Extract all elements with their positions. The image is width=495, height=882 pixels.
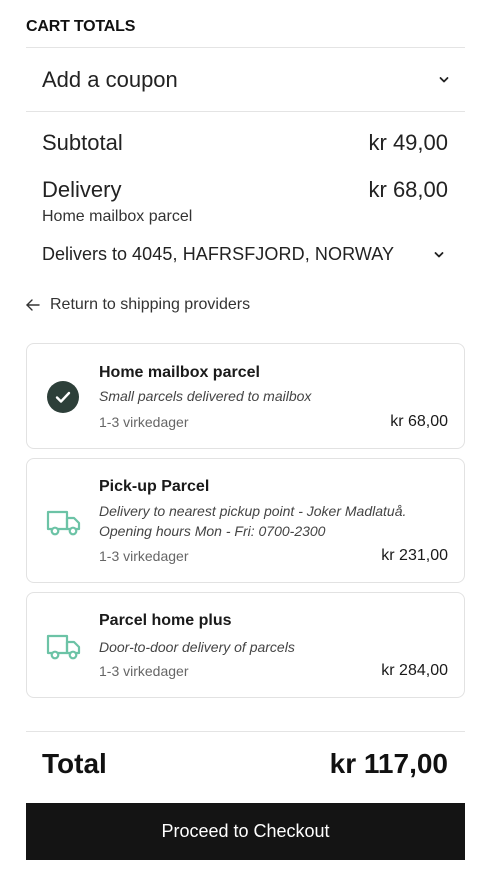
- divider: [26, 111, 465, 112]
- option-name: Pick-up Parcel: [99, 478, 210, 495]
- subtotal-value: kr 49,00: [368, 130, 449, 155]
- shipping-option-parcel-home-plus[interactable]: Parcel home plus Door-to-door delivery o…: [26, 592, 465, 698]
- subtotal-row: Subtotal kr 49,00: [42, 130, 448, 156]
- delivers-to-toggle[interactable]: Delivers to 4045, HAFRSFJORD, NORWAY: [42, 244, 448, 265]
- delivery-row: Delivery kr 68,00: [42, 177, 448, 203]
- truck-icon: [46, 634, 81, 660]
- coupon-toggle[interactable]: Add a coupon: [26, 48, 465, 111]
- option-name: Home mailbox parcel: [99, 364, 260, 381]
- delivers-to-prefix: Delivers to: [42, 244, 128, 264]
- divider: [26, 731, 465, 732]
- delivery-method: Home mailbox parcel: [42, 208, 193, 225]
- total-label: Total: [42, 748, 107, 779]
- option-delivery-time: 1-3 virkedager: [99, 663, 189, 679]
- total-value: kr 117,00: [329, 748, 448, 779]
- return-link-label: Return to shipping providers: [50, 296, 251, 313]
- option-price: kr 231,00: [381, 547, 448, 564]
- subtotal-label: Subtotal: [42, 130, 123, 155]
- option-delivery-time: 1-3 virkedager: [99, 548, 189, 564]
- return-to-shipping-providers-link[interactable]: Return to shipping providers: [26, 296, 250, 314]
- arrow-left-icon: [26, 299, 40, 311]
- shipping-option-home-mailbox[interactable]: Home mailbox parcel Small parcels delive…: [26, 343, 465, 449]
- option-price: kr 68,00: [390, 413, 448, 430]
- chevron-down-icon: [439, 76, 449, 82]
- chevron-down-icon: [434, 251, 444, 257]
- option-description: Small parcels delivered to mailbox: [99, 388, 312, 404]
- option-description: Delivery to nearest pickup point - Joker…: [99, 503, 407, 539]
- delivery-label: Delivery: [42, 177, 122, 202]
- option-name: Parcel home plus: [99, 612, 232, 629]
- delivers-to-address: 4045, HAFRSFJORD, NORWAY: [132, 244, 395, 264]
- check-circle-icon: [47, 381, 79, 413]
- delivers-to-text: Delivers to 4045, HAFRSFJORD, NORWAY: [42, 244, 394, 265]
- shipping-option-pick-up-parcel[interactable]: Pick-up Parcel Delivery to nearest picku…: [26, 458, 465, 583]
- option-description: Door-to-door delivery of parcels: [99, 639, 295, 655]
- coupon-label: Add a coupon: [42, 66, 178, 92]
- delivery-value: kr 68,00: [368, 177, 449, 202]
- option-delivery-time: 1-3 virkedager: [99, 414, 189, 430]
- cart-totals-heading: CART TOTALS: [26, 18, 136, 35]
- proceed-to-checkout-button[interactable]: Proceed to Checkout: [26, 803, 465, 860]
- truck-icon: [46, 510, 81, 536]
- option-price: kr 284,00: [381, 662, 448, 679]
- total-row: Total kr 117,00: [42, 748, 448, 780]
